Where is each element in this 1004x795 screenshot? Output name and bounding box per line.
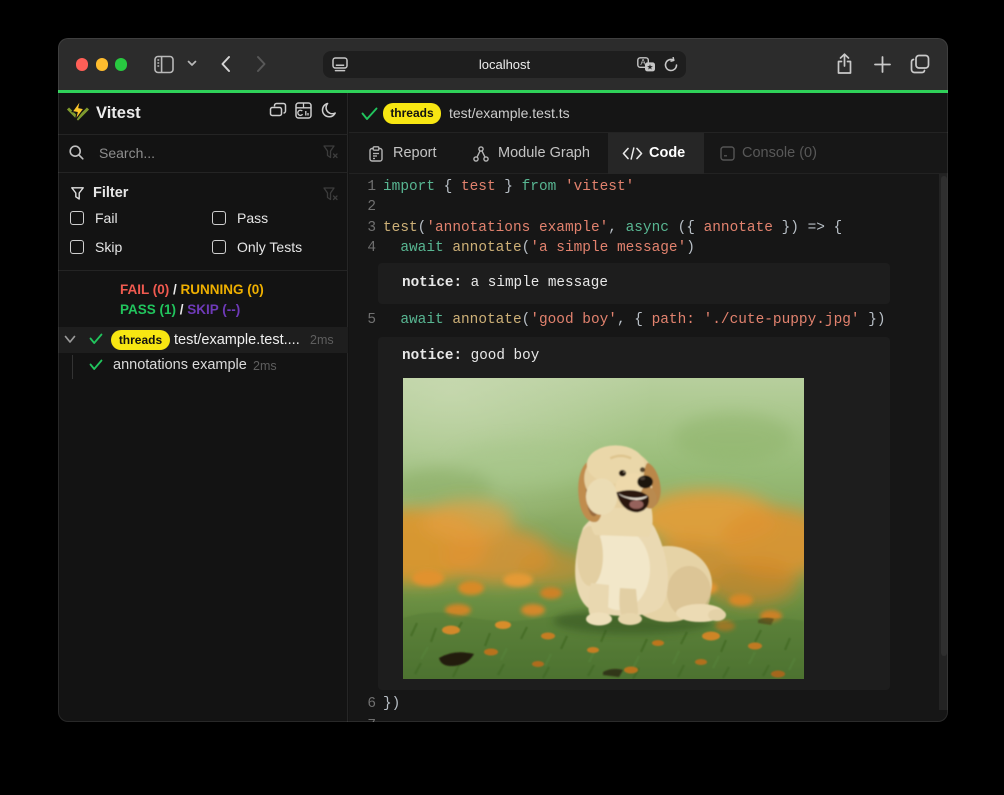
svg-text:★: ★ <box>647 62 654 71</box>
svg-text:A: A <box>640 58 646 67</box>
